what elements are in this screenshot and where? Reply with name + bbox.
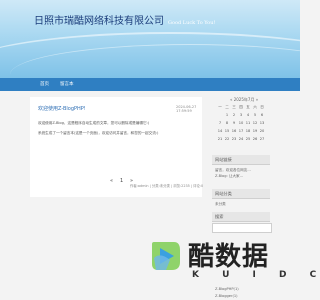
nav-item-home[interactable]: 首页 <box>40 81 49 87</box>
widget-title: 网站链接 <box>212 155 270 165</box>
nav-item-guestbook[interactable]: 留言本 <box>60 81 74 87</box>
watermark-logo: 酷数据 K U I D C <box>148 230 316 290</box>
post-text: 欢迎使用Z-Blog，这是程序自动生成的文章，您可以删除或是编辑它:) <box>38 121 150 125</box>
logo-text: 酷数据 <box>188 242 270 272</box>
post-text: 系统生成了一个留言本(这是一个页面)，欢迎访问并留言，和您的一起交流:) <box>38 131 159 135</box>
site-header: 日照市瑞酷网络科技有限公司 Good Luck To You! <box>0 0 300 78</box>
widget-text[interactable]: Z-Blog: 让大家... <box>215 174 243 179</box>
calendar-day-header: 日 <box>260 105 264 109</box>
widget-title: 搜索 <box>212 212 270 222</box>
calendar-date[interactable]: 6 <box>258 113 266 117</box>
post-card: 欢迎使用Z-BlogPHP! 2024-06-27 17:59:59 欢迎使用Z… <box>30 97 204 197</box>
calendar-date[interactable]: 27 <box>258 137 266 141</box>
widget-text[interactable]: 留言，欢迎各位网友... <box>215 168 251 173</box>
pager-prev[interactable]: « <box>110 178 113 184</box>
post-date: 2024-06-27 17:59:59 <box>176 105 197 113</box>
tag-link[interactable]: Z-Blogger(1) <box>215 294 238 298</box>
site-title-text[interactable]: 日照市瑞酷网络科技有限公司 <box>34 16 164 27</box>
widget-text[interactable]: 未分类 <box>215 202 226 207</box>
calendar-date[interactable]: 20 <box>258 129 266 133</box>
logo-subtext: K U I D C <box>192 270 320 280</box>
pager-current[interactable]: 1 <box>120 178 123 184</box>
site-title[interactable]: 日照市瑞酷网络科技有限公司 Good Luck To You! <box>34 12 215 27</box>
calendar-title[interactable]: « 2025年7月 » <box>230 97 258 103</box>
nav-bar: 首页 留言本 <box>0 78 300 91</box>
widget-title: 网站分类 <box>212 189 270 199</box>
post-title[interactable]: 欢迎使用Z-BlogPHP! <box>38 105 86 112</box>
post-meta: 作者:admin | 分类:未分类 | 浏览:2235 | 评论:0 <box>130 184 204 188</box>
pager-next[interactable]: » <box>130 178 133 184</box>
site-slogan: Good Luck To You! <box>168 20 216 26</box>
calendar-date[interactable]: 13 <box>258 121 266 125</box>
logo-icon <box>152 242 180 270</box>
